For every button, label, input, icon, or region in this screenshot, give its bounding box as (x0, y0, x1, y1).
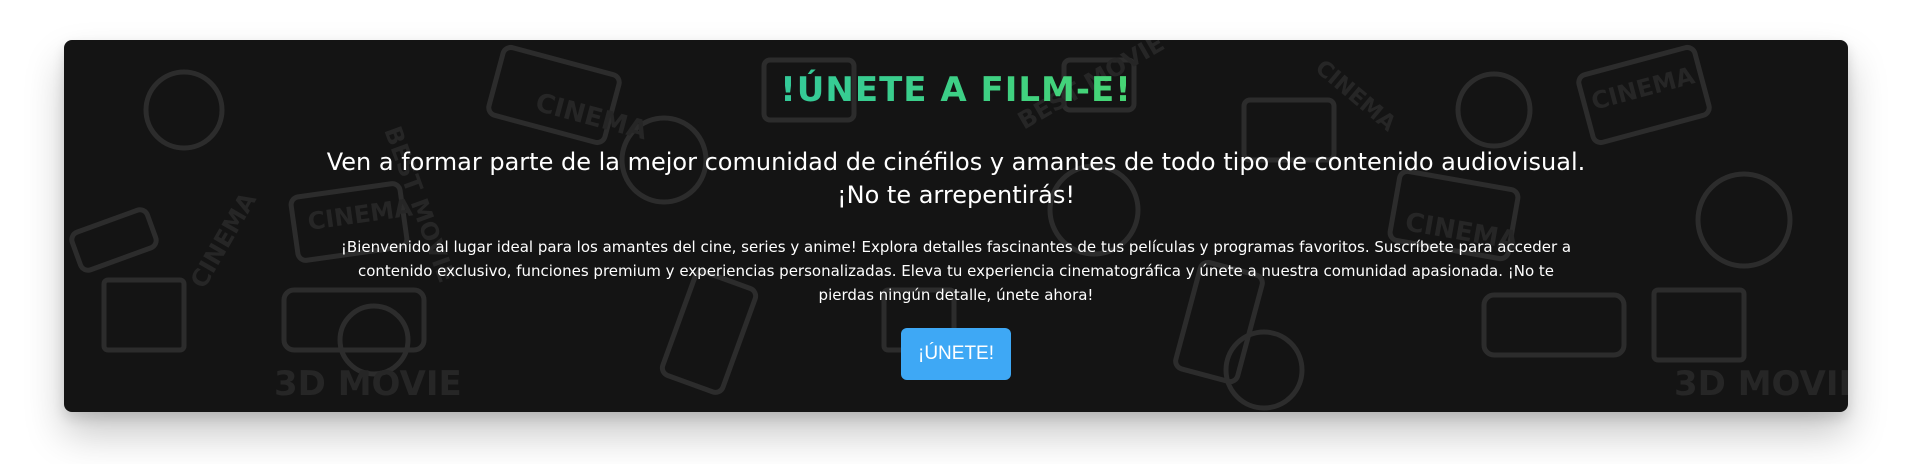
subtitle-line-2: ¡No te arrepentirás! (837, 181, 1075, 209)
banner-description: ¡Bienvenido al lugar ideal para los aman… (340, 238, 1572, 304)
banner-content: !ÚNETE A FILM-E! Ven a formar parte de l… (64, 40, 1848, 412)
join-button[interactable]: ¡ÚNETE! (901, 328, 1011, 380)
banner-subtitle: Ven a formar parte de la mejor comunidad… (64, 146, 1848, 212)
banner-title: !ÚNETE A FILM-E! (64, 68, 1848, 112)
subtitle-line-1: Ven a formar parte de la mejor comunidad… (326, 148, 1586, 176)
join-banner: CINEMA CINEMA CINEMA CINEMA CINEMA BEST … (64, 40, 1848, 412)
